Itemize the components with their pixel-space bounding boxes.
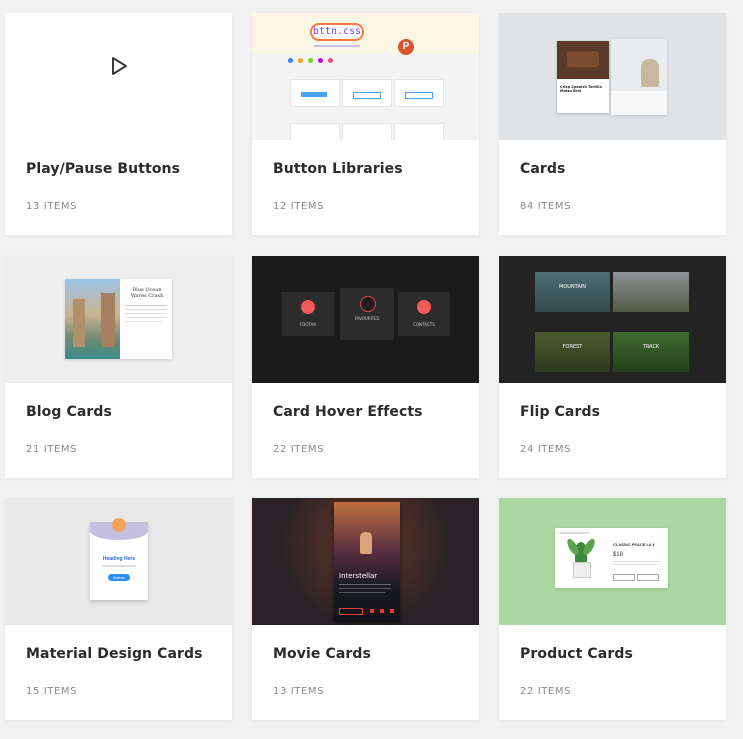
card-thumbnail: FOOTAR FAVOURITES CONTACTS [252,256,479,383]
card-thumbnail: Interstellar [252,498,479,625]
item-count: 21 ITEMS [26,444,78,455]
card-title: Play/Pause Buttons [26,161,181,177]
card-title: Button Libraries [273,161,403,177]
card-flip-cards[interactable]: MOUNTAIN FOREST TRACK Flip Cards 24 ITEM… [499,256,726,478]
card-play-pause-buttons[interactable]: Play/Pause Buttons 13 ITEMS [5,13,232,235]
card-title: Material Design Cards [26,646,203,662]
card-title: Flip Cards [520,404,601,420]
card-thumbnail: Crisp Spanish Tortilla Matzo Brei [499,13,726,140]
card-title: Blog Cards [26,404,112,420]
item-count: 13 ITEMS [273,686,325,697]
item-count: 22 ITEMS [273,444,325,455]
card-thumbnail: Blue Ocean Waves Crash [5,256,232,383]
card-cards[interactable]: Crisp Spanish Tortilla Matzo Brei Cards … [499,13,726,235]
card-title: Card Hover Effects [273,404,423,420]
card-blog-cards[interactable]: Blue Ocean Waves Crash Blog Cards 21 ITE… [5,256,232,478]
item-count: 22 ITEMS [520,686,572,697]
card-product-cards[interactable]: CLASSIC PEACE LILY $18 Product Cards 22 … [499,498,726,720]
product-hunt-icon: P [398,39,414,55]
card-material-design-cards[interactable]: Heading Here Button Material Design Card… [5,498,232,720]
bttn-logo: bttn.css [310,23,364,41]
card-movie-cards[interactable]: Interstellar Movie Cards 13 ITEMS [252,498,479,720]
card-button-libraries[interactable]: bttn.css P Button Libraries 12 ITEMS [252,13,479,235]
item-count: 84 ITEMS [520,201,572,212]
play-icon [112,57,127,75]
card-thumbnail: Heading Here Button [5,498,232,625]
card-title: Movie Cards [273,646,371,662]
item-count: 13 ITEMS [26,201,78,212]
card-hover-effects[interactable]: FOOTAR FAVOURITES CONTACTS Card Hover Ef… [252,256,479,478]
item-count: 24 ITEMS [520,444,572,455]
card-thumbnail: bttn.css P [252,13,479,140]
card-thumbnail: CLASSIC PEACE LILY $18 [499,498,726,625]
material-button: Button [108,574,130,581]
card-title: Product Cards [520,646,633,662]
card-thumbnail: MOUNTAIN FOREST TRACK [499,256,726,383]
item-count: 15 ITEMS [26,686,78,697]
card-thumbnail [5,13,232,140]
item-count: 12 ITEMS [273,201,325,212]
card-title: Cards [520,161,566,177]
